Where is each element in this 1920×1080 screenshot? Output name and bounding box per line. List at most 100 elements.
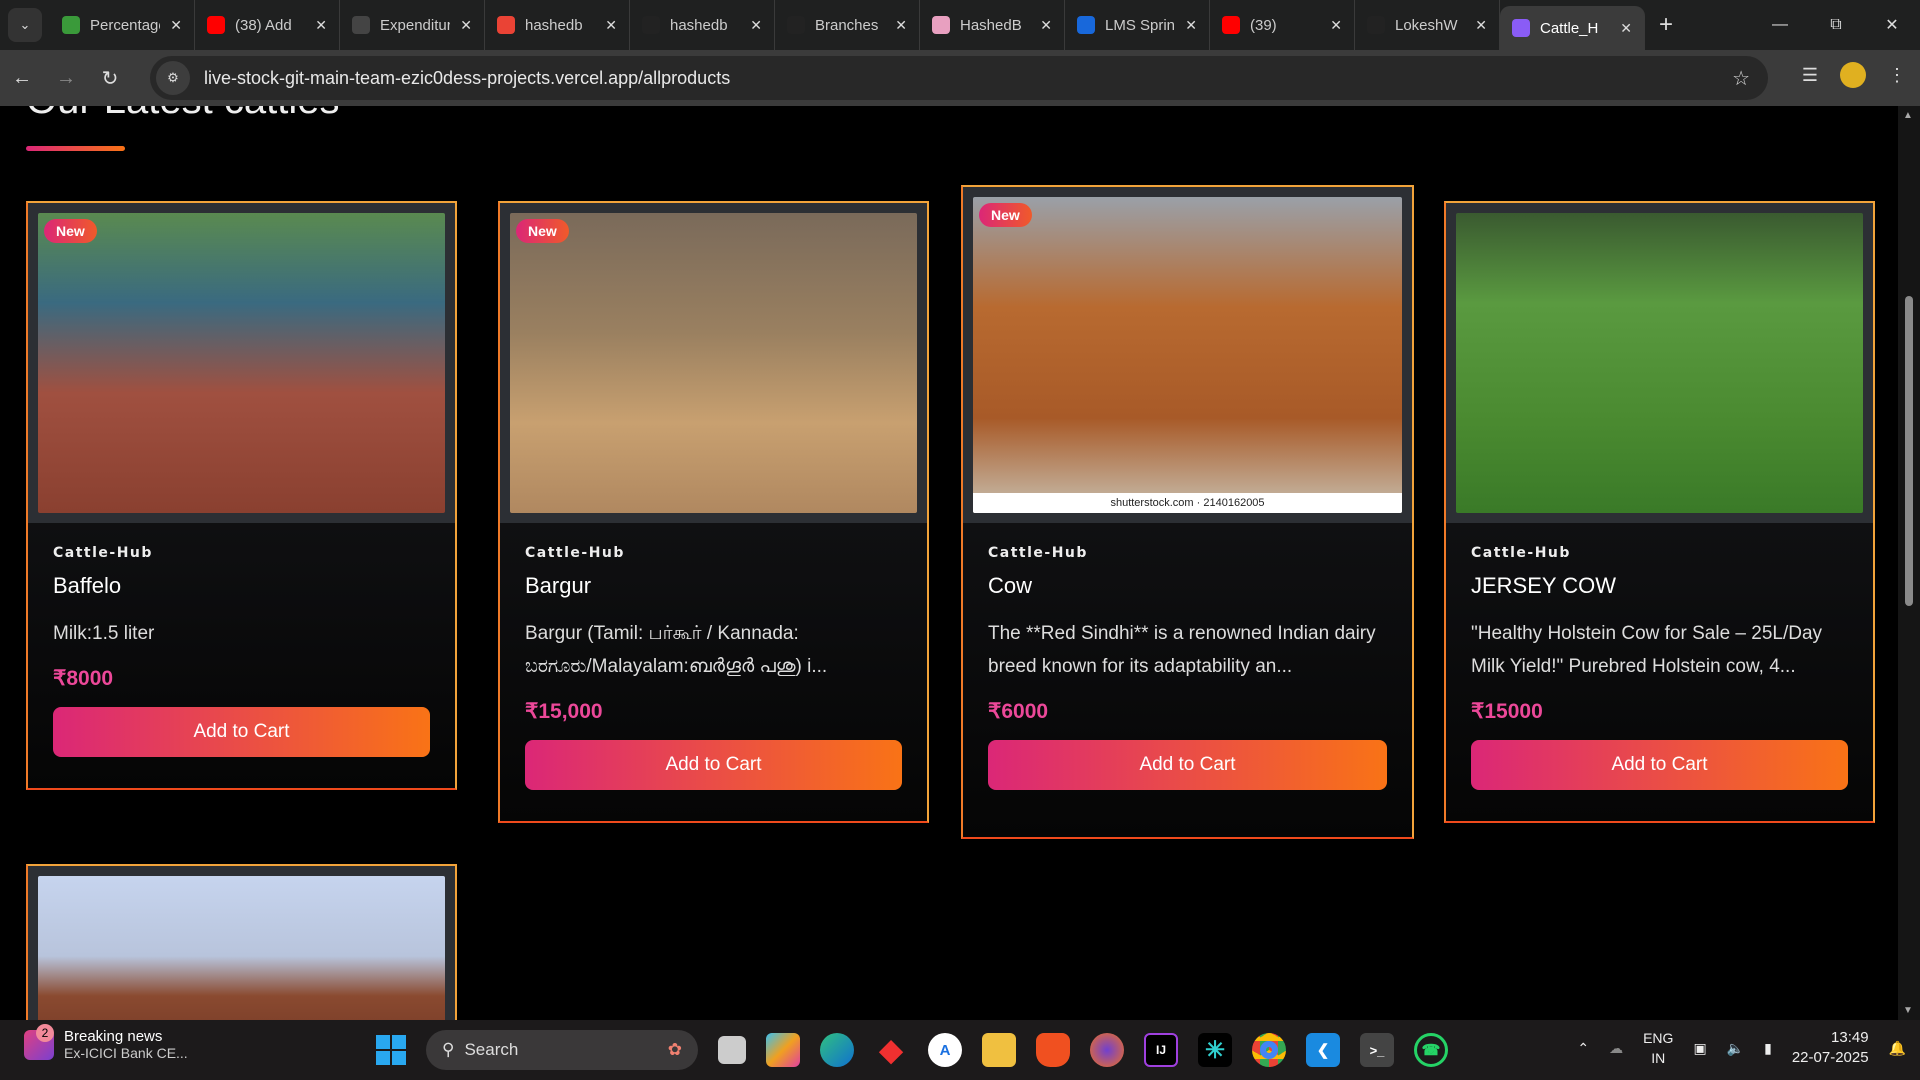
add-to-cart-button[interactable]: Add to Cart (53, 707, 430, 757)
battery-icon[interactable]: ▮ (1764, 1040, 1772, 1057)
vite-icon (1512, 19, 1530, 37)
plant-icon (62, 16, 80, 34)
product-name: Bargur (525, 573, 592, 598)
tab-search-button[interactable]: ⌄ (8, 8, 42, 42)
product-image-frame: New (28, 203, 455, 523)
browser-tab[interactable]: (38) Add ✕ (195, 0, 340, 50)
tab-close-icon[interactable]: ✕ (1040, 17, 1052, 34)
tab-close-icon[interactable]: ✕ (605, 17, 617, 34)
tab-close-icon[interactable]: ✕ (1475, 17, 1487, 34)
add-to-cart-button[interactable]: Add to Cart (1471, 740, 1848, 790)
browser-tab[interactable]: Percentage ✕ (50, 0, 195, 50)
image-watermark: shutterstock.com · 2140162005 (973, 493, 1402, 513)
tab-close-icon[interactable]: ✕ (170, 17, 182, 34)
url-text[interactable]: live-stock-git-main-team-ezic0dess-proje… (204, 68, 730, 89)
edge-icon[interactable] (820, 1033, 854, 1067)
tab-title: hashedb (670, 16, 728, 34)
file-explorer-icon[interactable] (982, 1033, 1016, 1067)
intellij-icon[interactable]: IJ (1144, 1033, 1178, 1067)
jira-icon (1077, 16, 1095, 34)
product-card[interactable]: New Cattle-Hub Baffelo Milk:1.5 liter ₹8… (26, 201, 457, 790)
product-brand: Cattle-Hub (53, 545, 153, 561)
news-title: Breaking news (64, 1028, 163, 1045)
media-control-icon[interactable]: ☰ (1802, 65, 1818, 86)
page-scrollbar[interactable]: ▲ ▼ (1898, 106, 1920, 1020)
tab-close-icon[interactable]: ✕ (315, 17, 327, 34)
show-hidden-icons[interactable]: ⌃ (1577, 1040, 1589, 1057)
windows-start-icon[interactable] (376, 1035, 406, 1065)
tab-close-icon[interactable]: ✕ (1185, 17, 1197, 34)
add-to-cart-button[interactable]: Add to Cart (525, 740, 902, 790)
onedrive-icon[interactable]: ☁ (1609, 1040, 1623, 1057)
search-icon: ⚲ (442, 1040, 455, 1059)
language-indicator[interactable]: ENG IN (1643, 1028, 1673, 1068)
product-image[interactable]: New (38, 213, 445, 513)
product-image-frame: New shutterstock.com · 2140162005 (963, 187, 1412, 523)
browser-tab[interactable]: (39) ✕ (1210, 0, 1355, 50)
scroll-up-arrow[interactable]: ▲ (1903, 110, 1913, 121)
browser-tab[interactable]: HashedB ✕ (920, 0, 1065, 50)
product-image-frame (1446, 203, 1873, 523)
add-to-cart-button[interactable]: Add to Cart (988, 740, 1387, 790)
notification-bell-icon[interactable]: 🔔 (1889, 1040, 1906, 1057)
tab-title: hashedb (525, 16, 583, 34)
tab-close-icon[interactable]: ✕ (1620, 20, 1632, 37)
product-price: ₹15,000 (525, 700, 603, 723)
browser-tab[interactable]: LMS Sprint ✕ (1065, 0, 1210, 50)
product-description: Bargur (Tamil: பர்கூர் / Kannada: ಬರಗೂರು… (525, 623, 828, 677)
product-image[interactable] (1456, 213, 1863, 513)
task-view-icon[interactable] (718, 1036, 746, 1064)
whatsapp-icon[interactable]: ☎ (1414, 1033, 1448, 1067)
product-card[interactable]: New Cattle-Hub Bargur Bargur (Tamil: பர்… (498, 201, 929, 823)
product-card[interactable] (26, 864, 457, 1020)
product-price: ₹15000 (1471, 700, 1543, 723)
browser-tab[interactable]: Expenditure ✕ (340, 0, 485, 50)
browser-tab[interactable]: hashedb ✕ (485, 0, 630, 50)
product-card[interactable]: New shutterstock.com · 2140162005 Cattle… (961, 185, 1414, 839)
new-tab-button[interactable]: + (1659, 11, 1673, 39)
news-widget[interactable]: 2 Breaking news Ex-ICICI Bank CE... (24, 1023, 188, 1061)
app-store-icon[interactable]: A (928, 1033, 962, 1067)
forward-button[interactable]: → (44, 67, 88, 90)
firefox-icon[interactable] (1090, 1033, 1124, 1067)
anydesk-icon[interactable]: ◆ (874, 1033, 908, 1067)
back-button[interactable]: ← (0, 67, 44, 90)
perplexity-icon[interactable]: ✳ (1198, 1033, 1232, 1067)
product-card[interactable]: Cattle-Hub JERSEY COW "Healthy Holstein … (1444, 201, 1875, 823)
url-bar[interactable]: ⚙ live-stock-git-main-team-ezic0dess-pro… (150, 56, 1768, 100)
vscode-icon[interactable]: ❮ (1306, 1033, 1340, 1067)
reload-button[interactable]: ↻ (88, 66, 132, 91)
product-name: Cow (988, 573, 1033, 598)
scroll-down-arrow[interactable]: ▼ (1903, 1005, 1913, 1016)
terminal-icon[interactable]: >_ (1360, 1033, 1394, 1067)
product-image[interactable]: New shutterstock.com · 2140162005 (973, 197, 1402, 513)
tab-close-icon[interactable]: ✕ (460, 17, 472, 34)
more-menu-icon[interactable]: ⋮ (1888, 65, 1906, 86)
product-image[interactable]: New (510, 213, 917, 513)
tab-title: Cattle_H (1540, 19, 1599, 37)
close-window-button[interactable]: ✕ (1864, 0, 1920, 50)
tab-close-icon[interactable]: ✕ (750, 17, 762, 34)
bookmark-star-icon[interactable]: ☆ (1732, 66, 1750, 91)
new-badge: New (516, 219, 569, 243)
section-title: Our Latest cattles (26, 106, 339, 123)
browser-tab[interactable]: Cattle_H ✕ (1500, 6, 1645, 50)
network-icon[interactable]: ▣ (1693, 1040, 1706, 1057)
profile-avatar[interactable] (1840, 62, 1866, 88)
copilot-icon[interactable] (766, 1033, 800, 1067)
site-info-icon[interactable]: ⚙ (156, 61, 190, 95)
tab-close-icon[interactable]: ✕ (1330, 17, 1342, 34)
time: 13:49 (1831, 1029, 1869, 1046)
scrollbar-thumb[interactable] (1905, 296, 1913, 606)
browser-tab[interactable]: LokeshW ✕ (1355, 0, 1500, 50)
taskbar-search[interactable]: ⚲ Search ✿ (426, 1030, 698, 1070)
minimize-button[interactable]: — (1752, 0, 1808, 50)
clock[interactable]: 13:49 22-07-2025 (1792, 1028, 1869, 1068)
volume-icon[interactable]: 🔈 (1727, 1040, 1744, 1057)
browser-tab[interactable]: Branches ✕ (775, 0, 920, 50)
tab-close-icon[interactable]: ✕ (895, 17, 907, 34)
restore-button[interactable]: ⧉ (1808, 0, 1864, 50)
browser-tab[interactable]: hashedb ✕ (630, 0, 775, 50)
brave-icon[interactable] (1036, 1033, 1070, 1067)
chrome-icon[interactable] (1252, 1033, 1286, 1067)
